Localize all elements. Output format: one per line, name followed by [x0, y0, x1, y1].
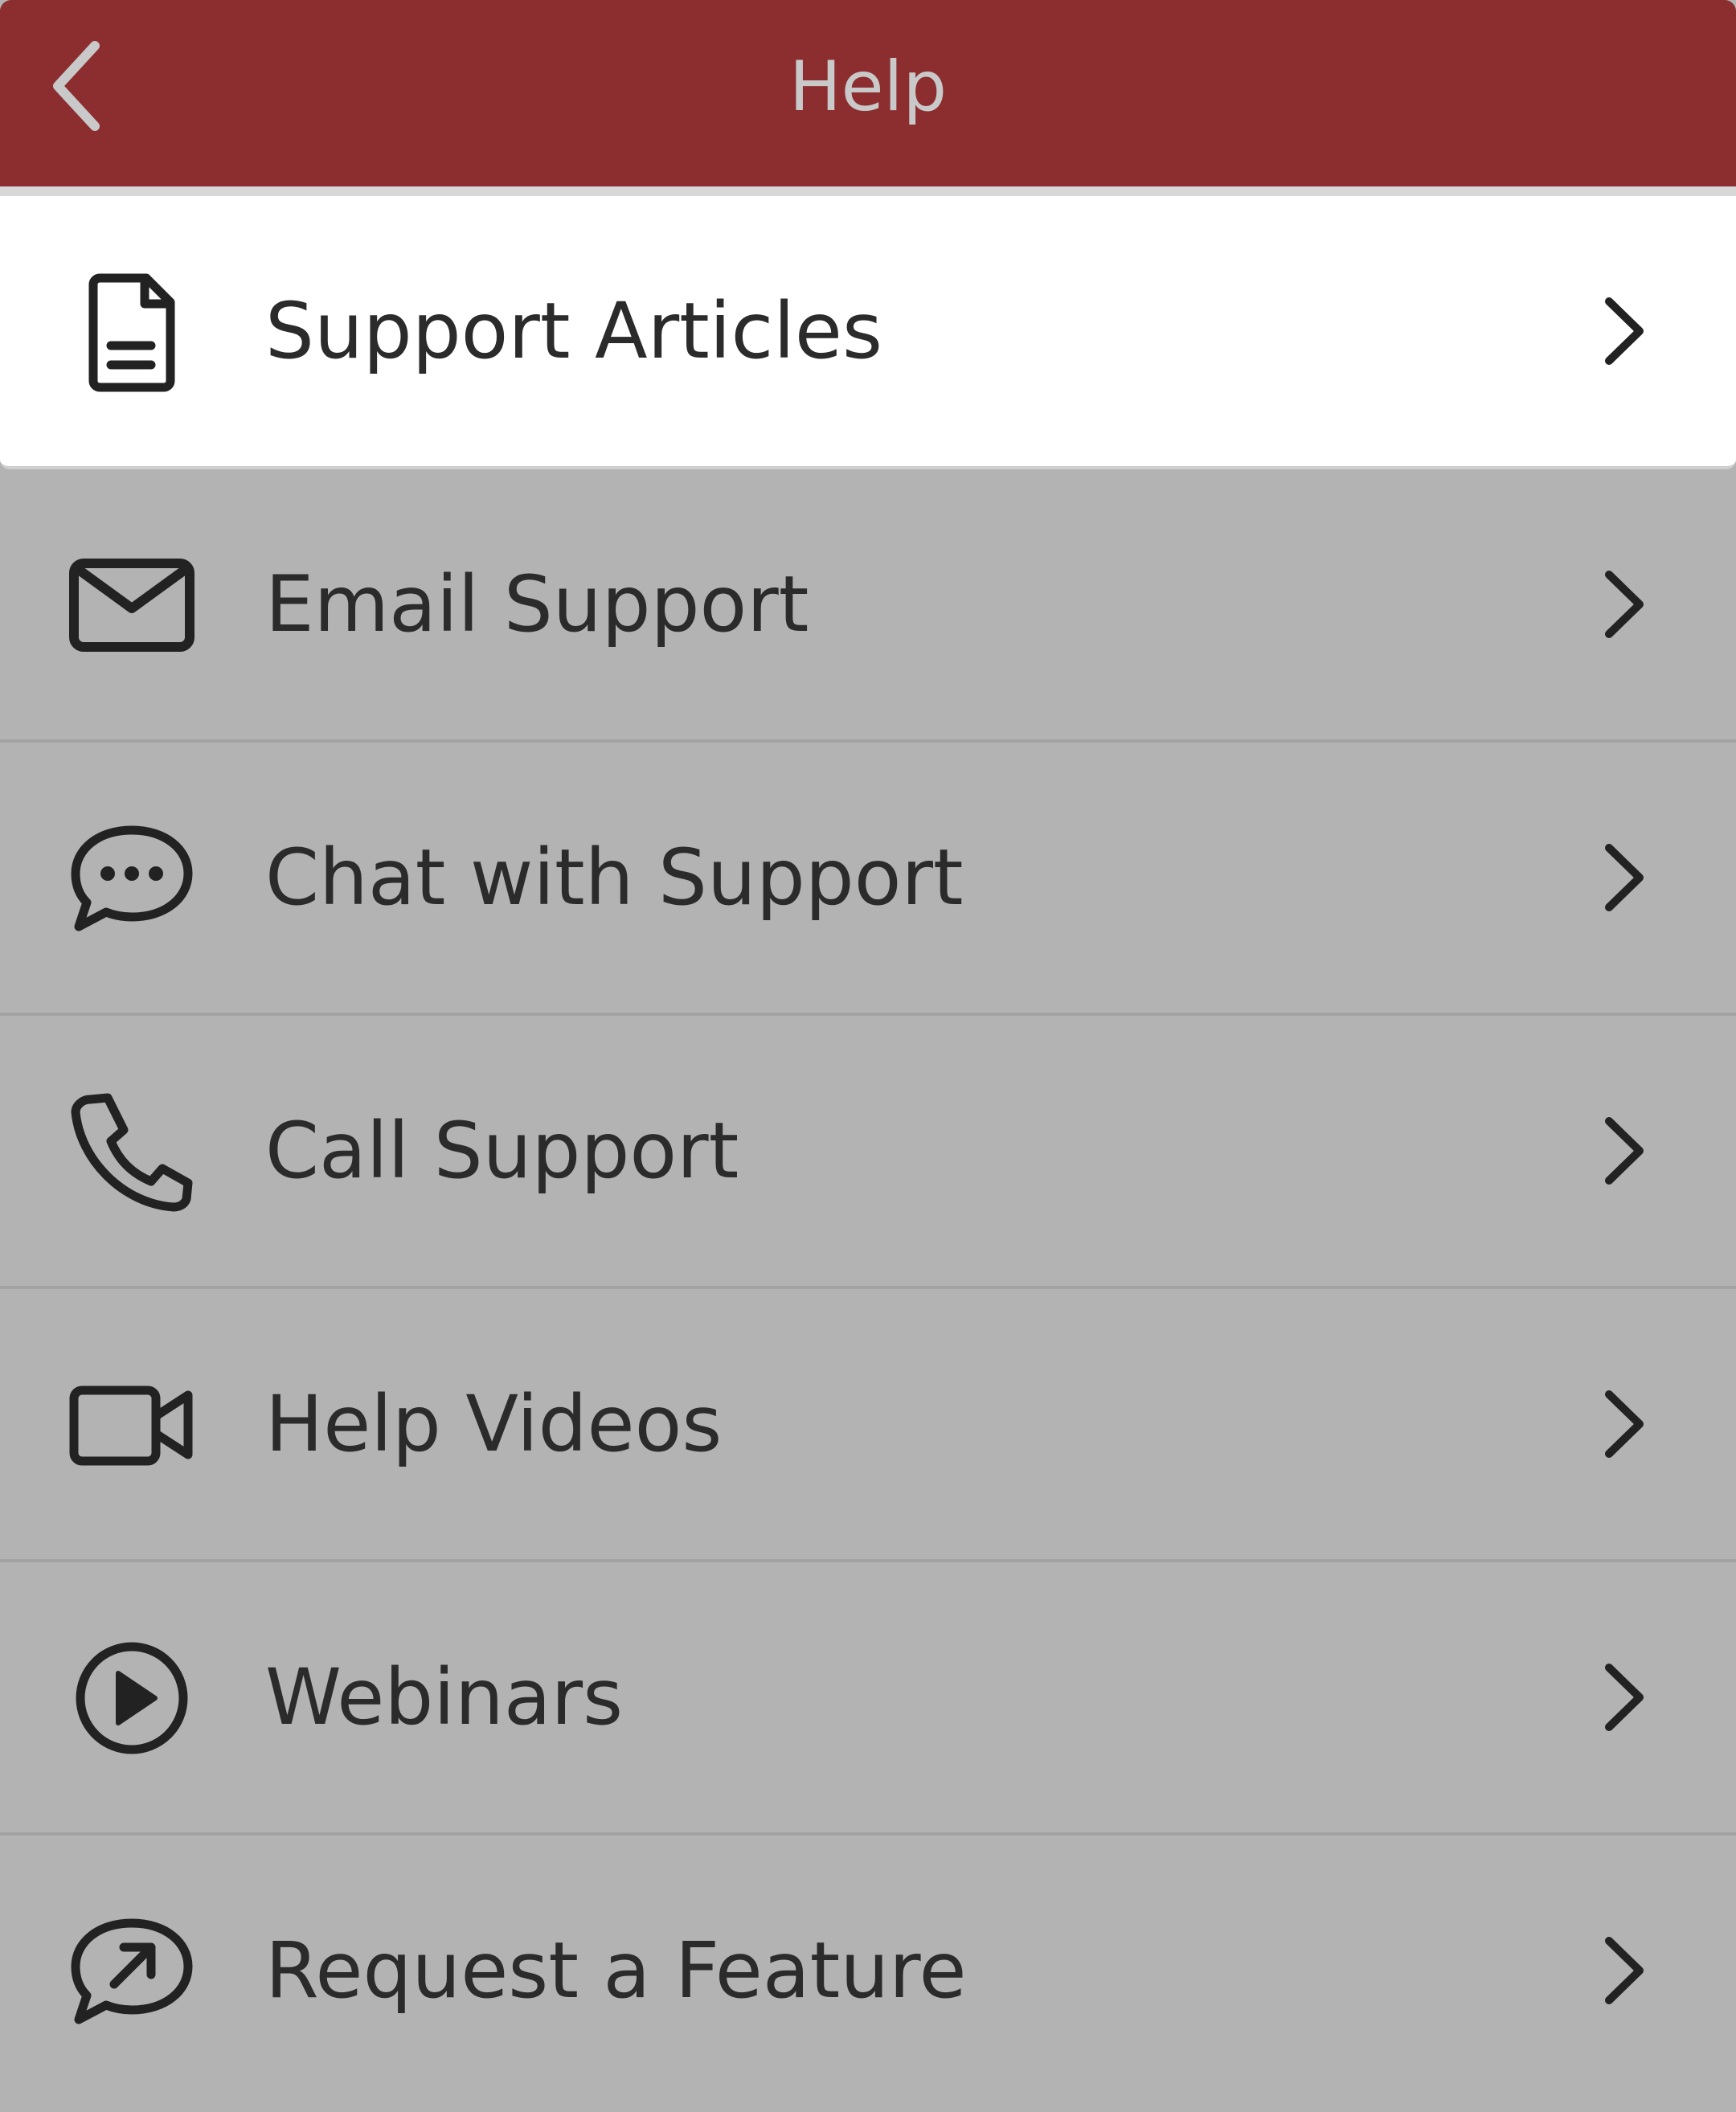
menu-item-label: Call Support [265, 1106, 739, 1196]
play-circle-icon [68, 1638, 196, 1758]
phone-icon [68, 1091, 196, 1212]
chevron-right-icon [1591, 1111, 1656, 1191]
menu-item-label: Chat with Support [265, 833, 964, 923]
menu-item-email-support[interactable]: Email Support [0, 469, 1736, 743]
menu-item-chat-with-support[interactable]: Chat with Support [0, 743, 1736, 1016]
menu-item-help-videos[interactable]: Help Videos [0, 1289, 1736, 1562]
chevron-left-icon [53, 41, 100, 131]
menu-item-support-articles[interactable]: Support Articles [0, 196, 1736, 469]
chevron-right-icon [1591, 1930, 1656, 2011]
document-icon [68, 272, 196, 392]
page-title: Help [788, 47, 948, 127]
menu-item-label: Request a Feature [265, 1926, 967, 2016]
menu-item-call-support[interactable]: Call Support [0, 1016, 1736, 1289]
chevron-right-icon [1591, 1657, 1656, 1737]
chevron-right-icon [1591, 1384, 1656, 1464]
chevron-right-icon [1591, 564, 1656, 645]
envelope-icon [68, 545, 196, 665]
menu-item-label: Support Articles [265, 286, 882, 376]
video-camera-icon [68, 1365, 196, 1485]
menu-item-label: Webinars [265, 1652, 624, 1742]
menu-item-label: Email Support [265, 559, 809, 649]
feature-request-icon [68, 1911, 196, 2032]
help-screen: Help Support Articles Email Support Chat… [0, 0, 1736, 2112]
menu-item-label: Help Videos [265, 1379, 723, 1469]
menu-item-webinars[interactable]: Webinars [0, 1562, 1736, 1836]
help-menu-list: Support Articles Email Support Chat with… [0, 196, 1736, 2109]
header-divider [0, 186, 1736, 196]
header-bar: Help [0, 0, 1736, 190]
chevron-right-icon [1591, 291, 1656, 371]
chat-bubble-icon [68, 818, 196, 939]
menu-item-request-a-feature[interactable]: Request a Feature [0, 1836, 1736, 2109]
chevron-right-icon [1591, 837, 1656, 918]
back-button[interactable] [48, 34, 129, 138]
